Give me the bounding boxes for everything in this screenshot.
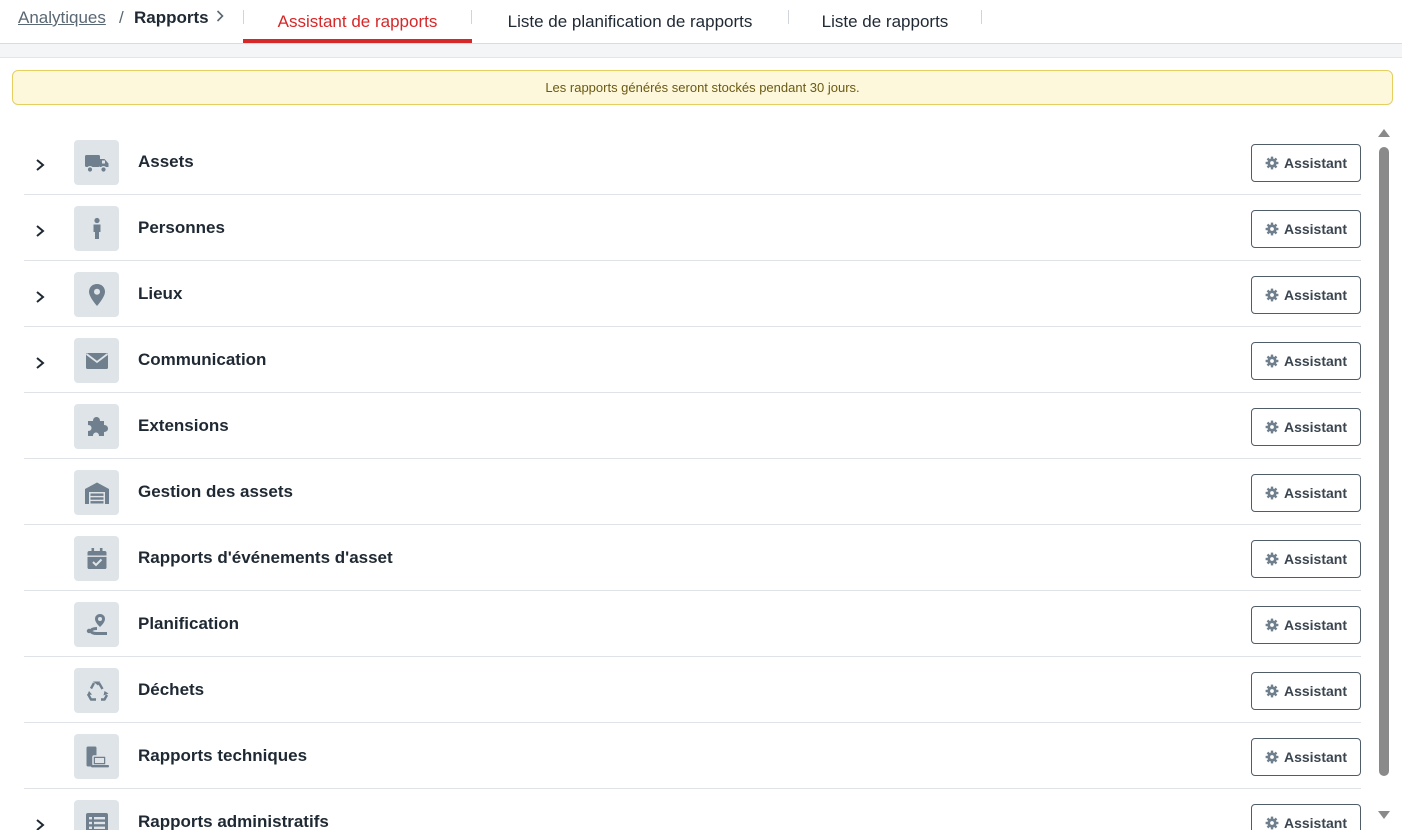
assistant-button[interactable]: Assistant	[1251, 210, 1361, 248]
chevron-right-icon[interactable]	[34, 157, 46, 173]
gear-icon	[1265, 486, 1279, 500]
assistant-button-label: Assistant	[1283, 287, 1348, 303]
assistant-button[interactable]: Assistant	[1251, 804, 1361, 830]
gear-icon	[1265, 684, 1279, 698]
warehouse-icon	[74, 470, 119, 515]
category-label: Déchets	[138, 680, 205, 699]
assistant-button[interactable]: Assistant	[1251, 606, 1361, 644]
assistant-button-label: Assistant	[1283, 815, 1348, 830]
assistant-button[interactable]: Assistant	[1251, 342, 1361, 380]
report-category-list: Assets Assistant Personnes Assistant Lie…	[24, 129, 1361, 830]
gear-icon	[1265, 222, 1279, 236]
route-icon	[74, 602, 119, 647]
chevron-right-icon[interactable]	[34, 289, 46, 305]
category-label: Rapports techniques	[138, 746, 308, 765]
assistant-button[interactable]: Assistant	[1251, 408, 1361, 446]
assistant-button[interactable]: Assistant	[1251, 738, 1361, 776]
category-label: Planification	[138, 614, 240, 633]
breadcrumb-current: Rapports	[134, 8, 209, 27]
assistant-button-label: Assistant	[1283, 485, 1348, 501]
category-row-planification: Planification Assistant	[24, 591, 1361, 657]
person-icon	[74, 206, 119, 251]
category-row-dechets: Déchets Assistant	[24, 657, 1361, 723]
assistant-button[interactable]: Assistant	[1251, 540, 1361, 578]
category-label: Lieux	[138, 284, 183, 303]
gear-icon	[1265, 156, 1279, 170]
assistant-button[interactable]: Assistant	[1251, 276, 1361, 314]
recycle-icon	[74, 668, 119, 713]
puzzle-icon	[74, 404, 119, 449]
gear-icon	[1265, 552, 1279, 566]
category-row-extensions: Extensions Assistant	[24, 393, 1361, 459]
gear-icon	[1265, 618, 1279, 632]
assistant-button-label: Assistant	[1283, 419, 1348, 435]
assistant-button-label: Assistant	[1283, 749, 1348, 765]
scroll-up-arrow-icon[interactable]	[1377, 128, 1391, 138]
tab-assistant-de-rapports[interactable]: Assistant de rapports	[243, 0, 472, 43]
assistant-button-label: Assistant	[1283, 683, 1348, 699]
category-row-rapports-administratifs: Rapports administratifs Assistant	[24, 789, 1361, 830]
map-pin-icon	[74, 272, 119, 317]
sub-toolbar	[0, 44, 1402, 58]
assistant-button-label: Assistant	[1283, 221, 1348, 237]
category-row-assets: Assets Assistant	[24, 129, 1361, 195]
category-row-evenements-asset: Rapports d'événements d'asset Assistant	[24, 525, 1361, 591]
category-label: Assets	[138, 152, 194, 171]
category-row-lieux: Lieux Assistant	[24, 261, 1361, 327]
chevron-right-icon[interactable]	[34, 355, 46, 371]
gear-icon	[1265, 750, 1279, 764]
gear-icon	[1265, 288, 1279, 302]
assistant-button[interactable]: Assistant	[1251, 474, 1361, 512]
category-label: Rapports d'événements d'asset	[138, 548, 393, 567]
category-label: Rapports administratifs	[138, 812, 329, 830]
category-label: Personnes	[138, 218, 225, 237]
devices-icon	[74, 734, 119, 779]
category-label: Extensions	[138, 416, 229, 435]
category-label: Gestion des assets	[138, 482, 293, 501]
breadcrumb-separator: /	[119, 8, 124, 27]
truck-icon	[74, 140, 119, 185]
category-row-communication: Communication Assistant	[24, 327, 1361, 393]
gear-icon	[1265, 420, 1279, 434]
tab-divider	[981, 10, 982, 24]
tab-liste-de-rapports[interactable]: Liste de rapports	[789, 0, 981, 43]
assistant-button-label: Assistant	[1283, 353, 1348, 369]
gear-icon	[1265, 816, 1279, 830]
scrollbar-thumb[interactable]	[1379, 147, 1389, 776]
assistant-button-label: Assistant	[1283, 155, 1348, 171]
category-row-rapports-techniques: Rapports techniques Assistant	[24, 723, 1361, 789]
breadcrumb-analytiques-link[interactable]: Analytiques	[18, 8, 106, 28]
category-label: Communication	[138, 350, 267, 369]
tab-liste-de-planification[interactable]: Liste de planification de rapports	[472, 0, 788, 43]
list-icon	[74, 800, 119, 830]
assistant-button[interactable]: Assistant	[1251, 672, 1361, 710]
category-row-gestion-des-assets: Gestion des assets Assistant	[24, 459, 1361, 525]
assistant-button-label: Assistant	[1283, 617, 1348, 633]
chevron-right-icon[interactable]	[34, 223, 46, 239]
category-row-personnes: Personnes Assistant	[24, 195, 1361, 261]
envelope-icon	[74, 338, 119, 383]
assistant-button[interactable]: Assistant	[1251, 144, 1361, 182]
top-navigation: Analytiques / Rapports Assistant de rapp…	[0, 0, 1402, 44]
calendar-check-icon	[74, 536, 119, 581]
gear-icon	[1265, 354, 1279, 368]
scroll-down-arrow-icon[interactable]	[1377, 810, 1391, 820]
retention-notice: Les rapports générés seront stockés pend…	[12, 70, 1393, 105]
chevron-right-icon[interactable]	[34, 817, 46, 830]
assistant-button-label: Assistant	[1283, 551, 1348, 567]
chevron-right-icon	[216, 10, 224, 22]
